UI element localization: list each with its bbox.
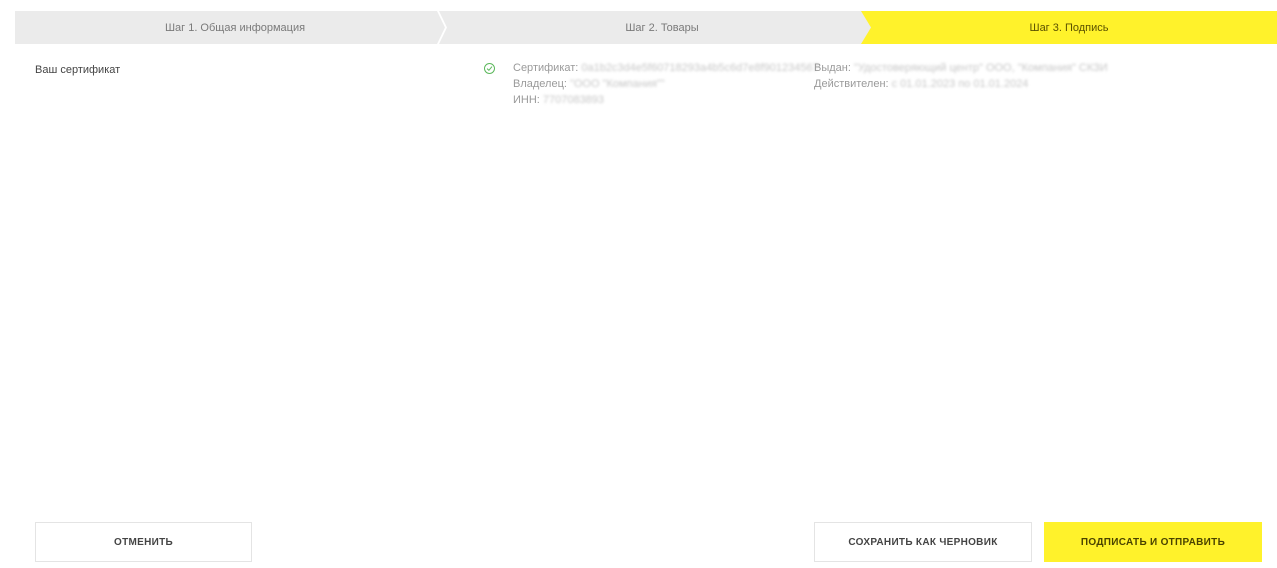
save-draft-button[interactable]: СОХРАНИТЬ КАК ЧЕРНОВИК: [814, 522, 1032, 562]
valid-value: с 01.01.2023 по 01.01.2024: [891, 78, 1029, 90]
inn-key: ИНН:: [513, 94, 540, 106]
step-signature[interactable]: Шаг 3. Подпись: [861, 11, 1277, 44]
certificate-issuer-details: Выдан: "Удостоверяющий центр" ООО, "Компа…: [814, 60, 1108, 92]
signature-page: Шаг 1. Общая информация Шаг 2. Товары Ша…: [0, 0, 1277, 568]
inn-row: ИНН: 7707083893: [513, 92, 819, 108]
certificate-key: Сертификат:: [513, 62, 579, 74]
issuer-key: Выдан:: [814, 62, 851, 74]
owner-value: "ООО "Компания"": [569, 78, 665, 90]
certificate-section-label: Ваш сертификат: [35, 64, 121, 76]
step-label: Шаг 1. Общая информация: [164, 21, 306, 34]
owner-key: Владелец:: [513, 78, 567, 90]
certificate-details: Сертификат: 0a1b2c3d4e5f60718293a4b5c6d7e…: [513, 60, 819, 108]
step-general-info[interactable]: Шаг 1. Общая информация: [15, 11, 445, 44]
issuer-row: Выдан: "Удостоверяющий центр" ООО, "Компа…: [814, 60, 1108, 76]
inn-value: 7707083893: [542, 94, 605, 106]
step-label: Шаг 2. Товары: [625, 21, 699, 34]
certificate-value: 0a1b2c3d4e5f60718293a4b5c6d7e8f901234567: [581, 62, 819, 74]
check-circle-icon: [484, 63, 495, 74]
step-label: Шаг 3. Подпись: [1029, 21, 1109, 34]
cancel-button[interactable]: ОТМЕНИТЬ: [35, 522, 252, 562]
certificate-row: Сертификат: 0a1b2c3d4e5f60718293a4b5c6d7e…: [513, 60, 819, 76]
issuer-value: "Удостоверяющий центр" ООО, "Компания" С…: [853, 62, 1108, 74]
step-goods[interactable]: Шаг 2. Товары: [439, 11, 885, 44]
sign-and-send-button[interactable]: ПОДПИСАТЬ И ОТПРАВИТЬ: [1044, 522, 1262, 562]
valid-key: Действителен:: [814, 78, 889, 90]
valid-row: Действителен: с 01.01.2023 по 01.01.2024: [814, 76, 1108, 92]
stepper: Шаг 1. Общая информация Шаг 2. Товары Ша…: [15, 11, 1277, 44]
owner-row: Владелец: "ООО "Компания"": [513, 76, 819, 92]
